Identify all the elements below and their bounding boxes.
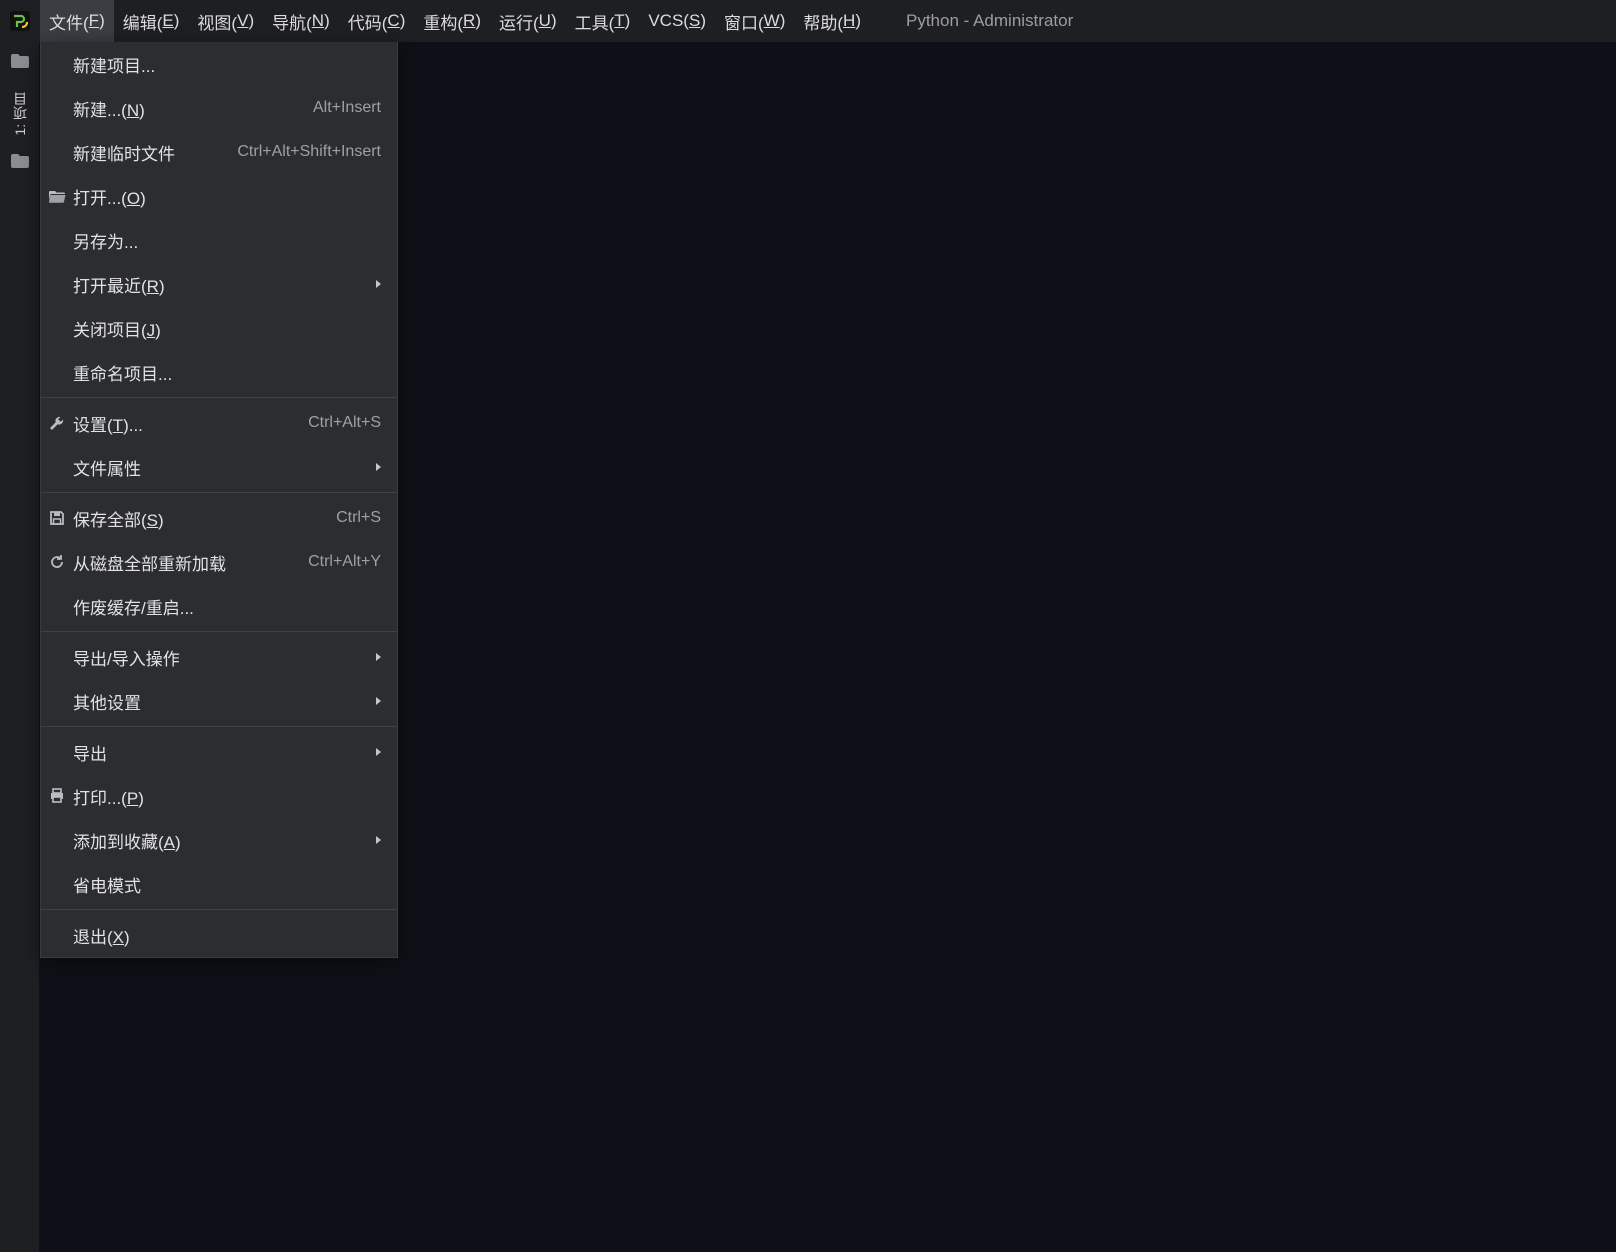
menubar-f[interactable]: 文件(F) [40,0,114,42]
menubar-t[interactable]: 工具(T) [566,0,640,42]
folder-icon[interactable] [9,150,31,172]
menu-item[interactable]: 打开...(O) [41,174,397,218]
menu-label: 设置(T)... [73,411,308,436]
folder-open-icon [47,186,67,206]
project-tool-tab[interactable]: 1: 项目 [10,86,30,142]
menu-item[interactable]: 从磁盘全部重新加载Ctrl+Alt+Y [41,540,397,584]
menu-label: 文件属性 [73,455,381,480]
menu-item[interactable]: 打印...(P) [41,774,397,818]
menu-shortcut: Ctrl+Alt+Shift+Insert [237,143,381,161]
menu-label: 添加到收藏(A) [73,828,381,853]
menu-item[interactable]: 省电模式 [41,862,397,906]
window-title: Python - Administrator [906,11,1073,31]
file-menu-dropdown: 新建项目...新建...(N)Alt+Insert新建临时文件Ctrl+Alt+… [40,42,398,958]
submenu-arrow-icon [375,742,383,762]
menu-item[interactable]: 退出(X) [41,913,397,957]
menu-separator [41,909,397,910]
menu-item[interactable]: 打开最近(R) [41,262,397,306]
menubar-c[interactable]: 代码(C) [339,0,415,42]
menubar-s[interactable]: VCS(S) [639,0,715,42]
menu-item[interactable]: 关闭项目(J) [41,306,397,350]
menu-separator [41,492,397,493]
menu-item[interactable]: 保存全部(S)Ctrl+S [41,496,397,540]
menu-label: 另存为... [73,228,381,253]
menu-item[interactable]: 作废缓存/重启... [41,584,397,628]
menu-separator [41,726,397,727]
menu-label: 其他设置 [73,689,381,714]
menu-label: 重命名项目... [73,360,381,385]
menubar-w[interactable]: 窗口(W) [715,0,794,42]
save-icon [47,508,67,528]
menu-shortcut: Ctrl+Alt+S [308,414,381,432]
menu-item[interactable]: 新建临时文件Ctrl+Alt+Shift+Insert [41,130,397,174]
submenu-arrow-icon [375,274,383,294]
menubar: 文件(F)编辑(E)视图(V)导航(N)代码(C)重构(R)运行(U)工具(T)… [0,0,1616,42]
menu-item[interactable]: 新建...(N)Alt+Insert [41,86,397,130]
menu-label: 保存全部(S) [73,506,336,531]
menu-label: 导出 [73,740,381,765]
menubar-v[interactable]: 视图(V) [188,0,263,42]
menu-shortcut: Alt+Insert [313,99,381,117]
menu-shortcut: Ctrl+S [336,509,381,527]
app-logo-icon [0,0,40,42]
menu-item[interactable]: 文件属性 [41,445,397,489]
submenu-arrow-icon [375,830,383,850]
menu-label: 作废缓存/重启... [73,594,381,619]
menu-item[interactable]: 重命名项目... [41,350,397,394]
menu-separator [41,397,397,398]
menubar-n[interactable]: 导航(N) [263,0,339,42]
menu-label: 关闭项目(J) [73,316,381,341]
menu-item[interactable]: 另存为... [41,218,397,262]
menu-label: 新建...(N) [73,96,313,121]
menu-label: 打印...(P) [73,784,381,809]
menu-item[interactable]: 设置(T)...Ctrl+Alt+S [41,401,397,445]
menu-label: 退出(X) [73,923,381,948]
wrench-icon [47,413,67,433]
project-tab-label: 1: 项目 [10,92,30,136]
print-icon [47,786,67,806]
menu-item[interactable]: 导出 [41,730,397,774]
menu-item[interactable]: 其他设置 [41,679,397,723]
menu-label: 新建项目... [73,52,381,77]
menu-item[interactable]: 添加到收藏(A) [41,818,397,862]
menu-label: 打开最近(R) [73,272,381,297]
menu-label: 导出/导入操作 [73,645,381,670]
menubar-e[interactable]: 编辑(E) [114,0,189,42]
menubar-u[interactable]: 运行(U) [490,0,566,42]
reload-icon [47,552,67,572]
submenu-arrow-icon [375,457,383,477]
menu-label: 从磁盘全部重新加载 [73,550,308,575]
menu-item[interactable]: 新建项目... [41,42,397,86]
submenu-arrow-icon [375,647,383,667]
left-tool-stripe: 1: 项目 [0,42,40,1252]
menu-label: 省电模式 [73,872,381,897]
menu-shortcut: Ctrl+Alt+Y [308,553,381,571]
submenu-arrow-icon [375,691,383,711]
menu-label: 打开...(O) [73,184,381,209]
menu-item[interactable]: 导出/导入操作 [41,635,397,679]
menubar-h[interactable]: 帮助(H) [794,0,870,42]
folder-icon[interactable] [9,50,31,72]
menu-label: 新建临时文件 [73,140,237,165]
menubar-r[interactable]: 重构(R) [414,0,490,42]
menu-separator [41,631,397,632]
